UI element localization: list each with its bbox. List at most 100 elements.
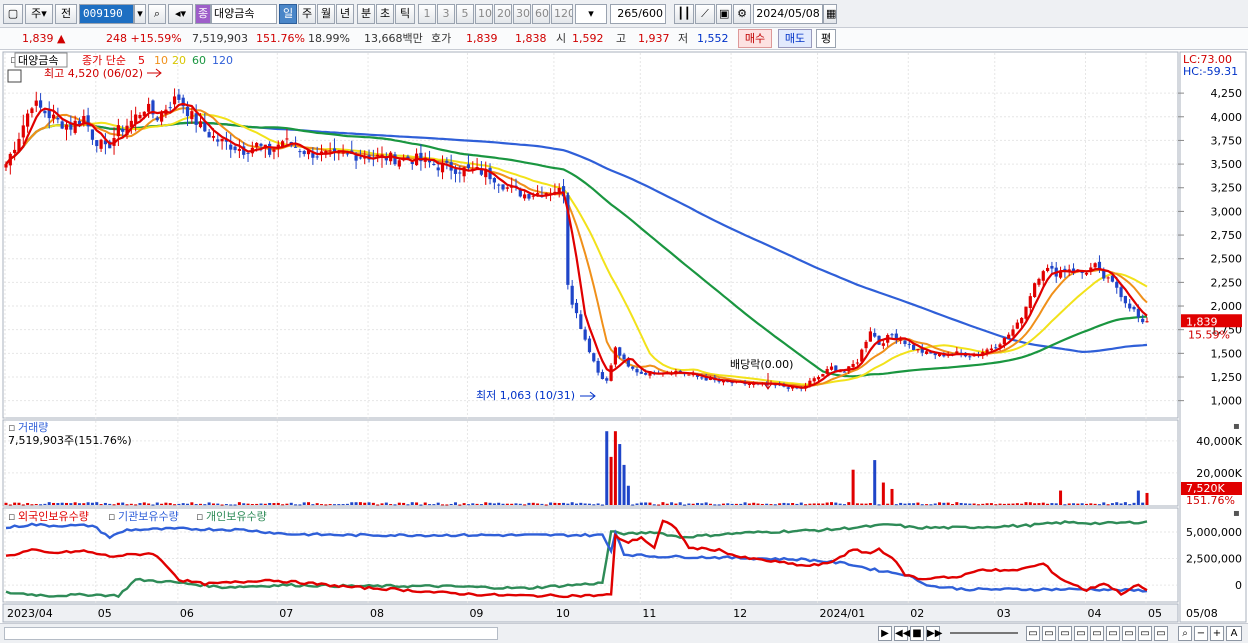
layout-icon-5[interactable]: ▭ [1090,626,1104,641]
interval-3[interactable]: 3 [437,4,455,24]
scroll-right-icon[interactable]: ▶ [878,626,892,641]
search-icon[interactable]: ⌕ [148,4,166,24]
volume-bar [307,502,311,505]
volume-bar [475,503,479,505]
window-menu-icon[interactable]: ▢ [3,4,23,24]
volume-bar [121,502,125,505]
zoom-out-icon[interactable]: − [1194,626,1208,641]
volume-bar [320,504,324,506]
volume-bar [514,503,518,505]
period-month[interactable]: 월 [317,4,335,24]
period-minute[interactable]: 분 [357,4,375,24]
candle-body [631,366,635,369]
tools-icon[interactable]: ⟋ [695,4,715,24]
holding-panel-handle[interactable]: ▫ [8,510,15,523]
layout-icon-3[interactable]: ▭ [1058,626,1072,641]
volume-bar [233,504,237,506]
price-tick-label: 3,500 [1211,158,1243,171]
volume-bar [942,502,946,505]
volume-ratio: 151.76% [256,32,305,45]
sell-button[interactable]: 매도 [778,29,812,48]
candle-body [579,314,583,329]
volume-bar [1093,503,1097,505]
layout-icon-1[interactable]: ▭ [1026,626,1040,641]
candle-body [583,329,587,340]
chart-svg[interactable]: 4,250 4,000 3,750 3,500 3,250 3,000 2,750 2,500… [0,50,1248,625]
layout-icon-7[interactable]: ▭ [1122,626,1136,641]
holding-panel-frame [2,507,1179,603]
candle-type-icon[interactable]: ┃┃ [674,4,694,24]
interval-10[interactable]: 10 [475,4,493,24]
candle-body [890,334,894,336]
candle-body [172,96,177,105]
zoom-in-icon[interactable]: + [1210,626,1224,641]
calendar-icon[interactable]: ▦ [823,4,837,24]
speaker-icon[interactable]: ◂▾ [168,4,193,24]
volume-bar [1050,503,1054,505]
volume-bar [1059,490,1063,505]
avg-button[interactable]: 평 [816,29,836,48]
candle-body [99,139,103,149]
save-icon[interactable]: ▣ [716,4,732,24]
font-size-icon[interactable]: A [1226,626,1242,641]
interval-60[interactable]: 60 [532,4,550,24]
holding-panel-close-icon[interactable]: ▪ [1233,508,1240,519]
volume-bar [743,502,747,505]
interval-20[interactable]: 20 [494,4,512,24]
horizontal-scrollbar[interactable] [4,627,498,640]
layout-icon-8[interactable]: ▭ [1138,626,1152,641]
interval-1[interactable]: 1 [418,4,436,24]
forward-icon[interactable]: ▶▶ [926,626,942,641]
buy-button[interactable]: 매수 [738,29,772,48]
period-year[interactable]: 년 [336,4,354,24]
period-week[interactable]: 주 [298,4,316,24]
period-tick[interactable]: 틱 [395,4,415,24]
layout-icon-9[interactable]: ▭ [1154,626,1168,641]
date-input[interactable]: 2024/05/08 [753,4,823,24]
layout-icon-6[interactable]: ▭ [1106,626,1120,641]
stock-name[interactable]: 대양금속 [211,4,277,24]
candle-body [60,121,64,129]
candle-body [4,164,8,168]
volume-bar [26,502,30,505]
volume-panel-handle[interactable]: ▫ [8,421,15,434]
count-input[interactable]: 265/600 [610,4,666,24]
stock-code-input[interactable]: 009190 [79,4,134,24]
gear-icon[interactable]: ⚙ [733,4,751,24]
volume-bar [1041,502,1045,505]
volume-bar [246,503,250,505]
candle-body [259,143,263,146]
zoom-slider[interactable] [950,632,1018,634]
interval-120[interactable]: 120 [551,4,573,24]
volume-bar [432,504,436,506]
code-dropdown-icon[interactable]: ▾ [134,4,146,24]
x-axis-label: 03 [997,607,1011,620]
interval-30[interactable]: 30 [513,4,531,24]
volume-bar [1119,503,1123,505]
period-second[interactable]: 초 [376,4,394,24]
period-day[interactable]: 일 [279,4,297,24]
volume-bar [1141,502,1145,505]
layout-icon-4[interactable]: ▭ [1074,626,1088,641]
x-axis-label: 07 [279,607,293,620]
chart-area[interactable]: 4,250 4,000 3,750 3,500 3,250 3,000 2,750 2,500… [0,50,1248,625]
volume-panel-close-icon[interactable]: ▪ [1233,421,1240,432]
candle-body [747,384,751,386]
volume-bar [553,502,557,505]
grid-toggle-icon[interactable] [7,69,22,83]
layout-icon-2[interactable]: ▭ [1042,626,1056,641]
volume-bar [778,503,782,505]
candle-body [812,378,816,382]
interval-5[interactable]: 5 [456,4,474,24]
x-axis-label: 12 [733,607,747,620]
prev-button[interactable]: 전 [55,4,77,24]
volume-bar [276,502,280,505]
rewind-icon[interactable]: ◀◀ [894,626,910,641]
volume-bar [397,502,401,505]
interval-input[interactable]: ▾ [575,4,607,24]
zoom-search-icon[interactable]: ⌕ [1178,626,1192,641]
stop-icon[interactable]: ■ [910,626,924,641]
type-select[interactable]: 주▾ [25,4,53,24]
volume-bar [428,504,432,506]
volume-bar [125,504,129,506]
